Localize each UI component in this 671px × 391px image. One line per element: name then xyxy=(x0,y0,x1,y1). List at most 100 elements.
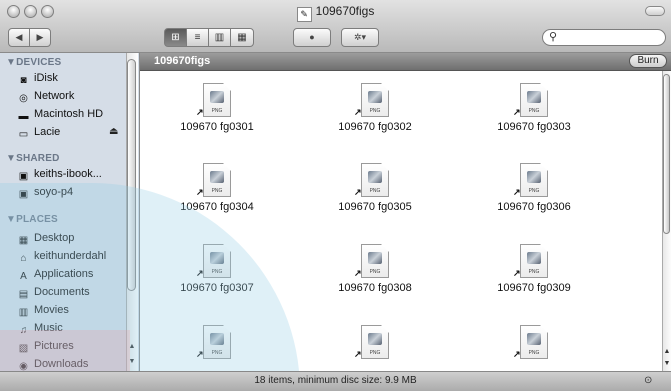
file-name: 109670 fg0309 xyxy=(497,282,571,294)
sidebar-item-desktop[interactable]: ▦ Desktop xyxy=(17,231,75,246)
file-grid: PNG ↗ 109670 fg0301 PNG ↗ 109670 fg0302 PN… xyxy=(140,71,662,371)
png-file-icon: PNG ↗ xyxy=(196,325,231,359)
pictures-icon: ▧ xyxy=(18,343,29,354)
coverflow-view-button[interactable]: ▦ xyxy=(230,28,254,47)
png-file-icon: PNG ↗ xyxy=(354,163,389,197)
content-scroll-thumb[interactable] xyxy=(663,74,670,234)
scroll-down-icon[interactable]: ▼ xyxy=(127,358,137,365)
icon-view-icon: ⊞ xyxy=(171,32,180,43)
file-name: 109670 fg0301 xyxy=(180,121,254,133)
computer-icon: ▣ xyxy=(18,171,29,182)
png-file-icon: PNG ↗ xyxy=(513,244,548,278)
file-item[interactable]: PNG ↗ xyxy=(479,325,589,363)
alias-arrow-icon: ↗ xyxy=(196,268,204,278)
png-file-icon: PNG ↗ xyxy=(513,83,548,117)
sidebar-item-soyo-p4[interactable]: ▣ soyo-p4 xyxy=(17,185,73,200)
file-name: 109670 fg0308 xyxy=(338,282,412,294)
finder-window: ✎ 109670figs ◀ ▶ ⊞ ≡ ▥ ▦ ● ✲▾ ⚲ ▼DEVICES … xyxy=(0,0,671,391)
file-name: 109670 fg0307 xyxy=(180,282,254,294)
sidebar-item-applications[interactable]: A Applications xyxy=(17,267,93,282)
column-view-button[interactable]: ▥ xyxy=(208,28,231,47)
search-field[interactable]: ⚲ xyxy=(542,29,666,46)
applications-icon: A xyxy=(20,271,27,282)
gear-icon: ✲▾ xyxy=(353,32,367,42)
scroll-up-icon[interactable]: ▲ xyxy=(127,343,137,350)
folder-name: 109670figs xyxy=(154,55,211,67)
sidebar-item-music[interactable]: ♫ Music xyxy=(17,321,63,336)
globe-icon: ◎ xyxy=(19,93,28,104)
file-item[interactable]: PNG ↗ 109670 fg0303 xyxy=(479,83,589,133)
column-view-icon: ▥ xyxy=(214,32,225,43)
sidebar-item-network[interactable]: ◎ Network xyxy=(17,89,74,104)
file-item[interactable]: PNG ↗ 109670 fg0304 xyxy=(162,163,272,213)
forward-button[interactable]: ▶ xyxy=(29,28,51,47)
file-name: 109670 fg0302 xyxy=(338,121,412,133)
sidebar-item-idisk[interactable]: ◙ iDisk xyxy=(17,71,57,86)
forward-arrow-icon: ▶ xyxy=(36,32,44,42)
sidebar-item-home[interactable]: ⌂ keithunderdahl xyxy=(17,249,106,264)
file-item[interactable]: PNG ↗ xyxy=(320,325,430,363)
document-icon: ✎ xyxy=(296,7,312,22)
quicklook-button[interactable]: ● xyxy=(293,28,331,47)
sidebar-header-shared: ▼SHARED xyxy=(6,153,60,164)
search-icon: ⚲ xyxy=(549,31,558,43)
alias-arrow-icon: ↗ xyxy=(513,107,521,117)
alias-arrow-icon: ↗ xyxy=(196,107,204,117)
alias-arrow-icon: ↗ xyxy=(354,187,362,197)
list-view-button[interactable]: ≡ xyxy=(186,28,209,47)
file-item[interactable]: PNG ↗ 109670 fg0308 xyxy=(320,244,430,294)
disk-icon: ◙ xyxy=(20,75,27,86)
sidebar-header-devices: ▼DEVICES xyxy=(6,57,62,68)
sidebar-item-lacie[interactable]: ▭ Lacie xyxy=(17,125,61,140)
desktop-icon: ▦ xyxy=(18,235,29,246)
downloads-icon: ◉ xyxy=(19,361,28,371)
png-file-icon: PNG ↗ xyxy=(354,83,389,117)
drive-icon: ▭ xyxy=(18,129,29,140)
file-item[interactable]: PNG ↗ xyxy=(162,325,272,363)
window-toolbar: ✎ 109670figs ◀ ▶ ⊞ ≡ ▥ ▦ ● ✲▾ ⚲ xyxy=(0,0,671,53)
alias-arrow-icon: ↗ xyxy=(354,349,362,359)
computer-icon: ▣ xyxy=(18,189,29,200)
list-view-icon: ≡ xyxy=(194,32,201,43)
back-button[interactable]: ◀ xyxy=(8,28,30,47)
action-menu-button[interactable]: ✲▾ xyxy=(341,28,379,47)
alias-arrow-icon: ↗ xyxy=(196,349,204,359)
sidebar-item-downloads[interactable]: ◉ Downloads xyxy=(17,357,88,371)
png-file-icon: PNG ↗ xyxy=(513,325,548,359)
file-item[interactable]: PNG ↗ 109670 fg0307 xyxy=(162,244,272,294)
file-item[interactable]: PNG ↗ 109670 fg0305 xyxy=(320,163,430,213)
scroll-up-icon[interactable]: ▲ xyxy=(663,348,671,355)
alias-arrow-icon: ↗ xyxy=(354,268,362,278)
eject-icon[interactable]: ⏏ xyxy=(109,126,118,137)
sidebar-item-pictures[interactable]: ▧ Pictures xyxy=(17,339,74,354)
icon-view-button[interactable]: ⊞ xyxy=(164,28,187,47)
alias-arrow-icon: ↗ xyxy=(513,268,521,278)
file-item[interactable]: PNG ↗ 109670 fg0301 xyxy=(162,83,272,133)
file-name: 109670 fg0305 xyxy=(338,201,412,213)
status-text: 18 items, minimum disc size: 9.9 MB xyxy=(254,375,417,386)
eye-icon: ● xyxy=(309,32,315,42)
png-file-icon: PNG ↗ xyxy=(196,83,231,117)
sidebar-item-movies[interactable]: ▥ Movies xyxy=(17,303,69,318)
scroll-down-icon[interactable]: ▼ xyxy=(663,360,671,367)
documents-icon: ▤ xyxy=(18,289,29,300)
file-item[interactable]: PNG ↗ 109670 fg0306 xyxy=(479,163,589,213)
sidebar-header-places: ▼PLACES xyxy=(6,214,58,225)
file-item[interactable]: PNG ↗ 109670 fg0302 xyxy=(320,83,430,133)
sidebar-item-keiths-ibook[interactable]: ▣ keiths-ibook... xyxy=(17,167,102,182)
file-item[interactable]: PNG ↗ 109670 fg0309 xyxy=(479,244,589,294)
back-arrow-icon: ◀ xyxy=(15,32,23,42)
alias-arrow-icon: ↗ xyxy=(354,107,362,117)
sidebar: ▼DEVICES ◙ iDisk ◎ Network ▬ Macintosh HD ▭… xyxy=(0,53,140,371)
sidebar-item-documents[interactable]: ▤ Documents xyxy=(17,285,90,300)
music-icon: ♫ xyxy=(19,325,28,336)
png-file-icon: PNG ↗ xyxy=(513,163,548,197)
toolbar-toggle-button[interactable] xyxy=(645,6,665,16)
sidebar-item-macintosh-hd[interactable]: ▬ Macintosh HD xyxy=(17,107,104,122)
file-name: 109670 fg0303 xyxy=(497,121,571,133)
coverflow-view-icon: ▦ xyxy=(237,32,247,43)
sidebar-scroll-thumb[interactable] xyxy=(127,59,136,291)
resize-grip-icon[interactable]: ⊙ xyxy=(644,375,652,386)
status-bar: 18 items, minimum disc size: 9.9 MB ⊙ xyxy=(0,371,671,391)
burn-button[interactable]: Burn xyxy=(629,54,667,68)
